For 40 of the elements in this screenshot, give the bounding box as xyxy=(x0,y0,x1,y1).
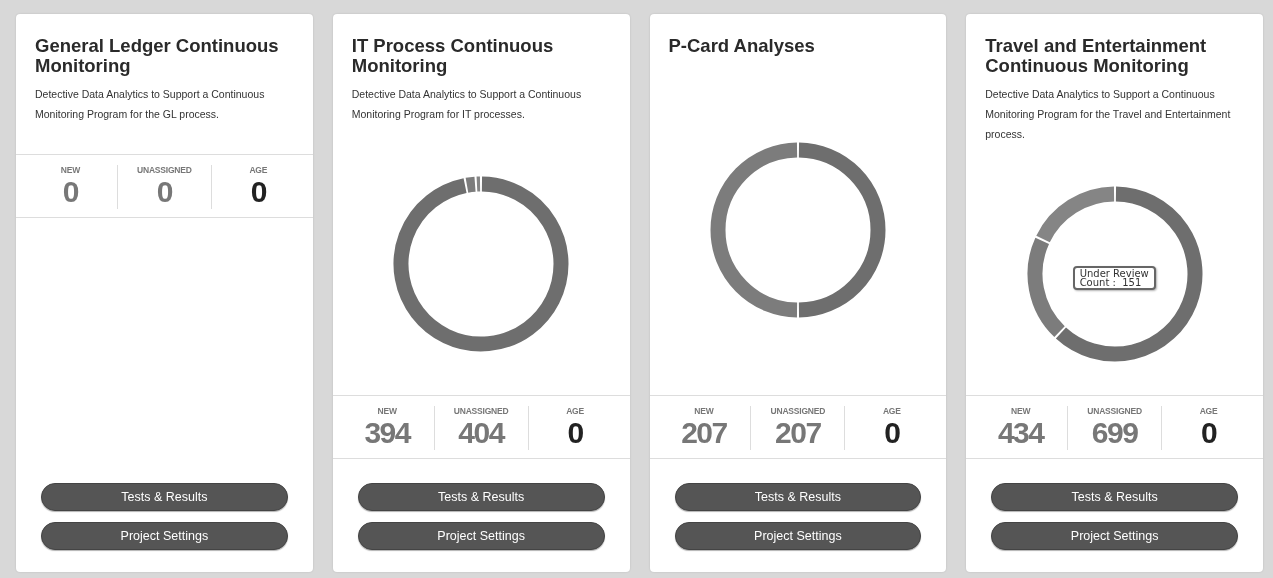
stat-label: AGE xyxy=(566,406,584,416)
stat-label: AGE xyxy=(249,165,268,175)
stat-label: UNASSIGNED xyxy=(137,165,192,175)
action-button[interactable]: Project Settings xyxy=(674,522,922,550)
action-button[interactable]: Tests & Results xyxy=(674,483,922,511)
stat-value: 0 xyxy=(567,416,583,450)
stat-label: UNASSIGNED xyxy=(453,406,509,416)
stat-value: 394 xyxy=(364,416,410,450)
chart-tooltip: Under Review Count : 151 xyxy=(1072,265,1156,290)
action-button[interactable]: Project Settings xyxy=(357,522,605,550)
stat-label: AGE xyxy=(882,406,901,416)
action-button[interactable]: Tests & Results xyxy=(991,483,1238,511)
stat-value: 434 xyxy=(997,416,1044,450)
stat-value: 207 xyxy=(681,416,727,450)
action-button[interactable]: Project Settings xyxy=(991,522,1238,550)
card-description: Detective Data Analytics to Support a Continuous Monitoring Program for IT processes. xyxy=(351,87,583,122)
stat-value: 0 xyxy=(884,416,900,450)
card-title: Travel and Entertainment Continuous Monitoring xyxy=(985,36,1208,76)
stat-label: UNASSIGNED xyxy=(770,406,826,416)
stat-value: 0 xyxy=(62,175,79,209)
stat-label: UNASSIGNED xyxy=(1087,406,1142,416)
stat-value: 0 xyxy=(156,175,172,209)
card-title: IT Process Continuous Monitoring xyxy=(351,36,555,76)
action-button[interactable]: Tests & Results xyxy=(357,483,605,511)
stat-label: NEW xyxy=(1011,406,1031,416)
stat-value: 0 xyxy=(250,175,266,209)
stat-value: 404 xyxy=(458,416,504,450)
stat-value: 207 xyxy=(775,416,821,450)
stat-label: AGE xyxy=(1199,406,1218,416)
card-description: Detective Data Analytics to Support a Continuous Monitoring Program for the Travel and Entertainment process. xyxy=(985,87,1232,142)
stat-value: 699 xyxy=(1091,416,1138,450)
stat-label: NEW xyxy=(377,406,397,416)
card-title: P-Card Analyses xyxy=(668,36,816,56)
action-button[interactable]: Tests & Results xyxy=(41,483,288,511)
stat-label: NEW xyxy=(694,406,714,416)
stat-label: NEW xyxy=(60,165,81,175)
card-description: Detective Data Analytics to Support a Continuous Monitoring Program for the GL process. xyxy=(35,87,266,122)
card-title: General Ledger Continuous Monitoring xyxy=(35,36,280,76)
stat-value: 0 xyxy=(1200,416,1217,450)
action-button[interactable]: Project Settings xyxy=(41,522,288,550)
